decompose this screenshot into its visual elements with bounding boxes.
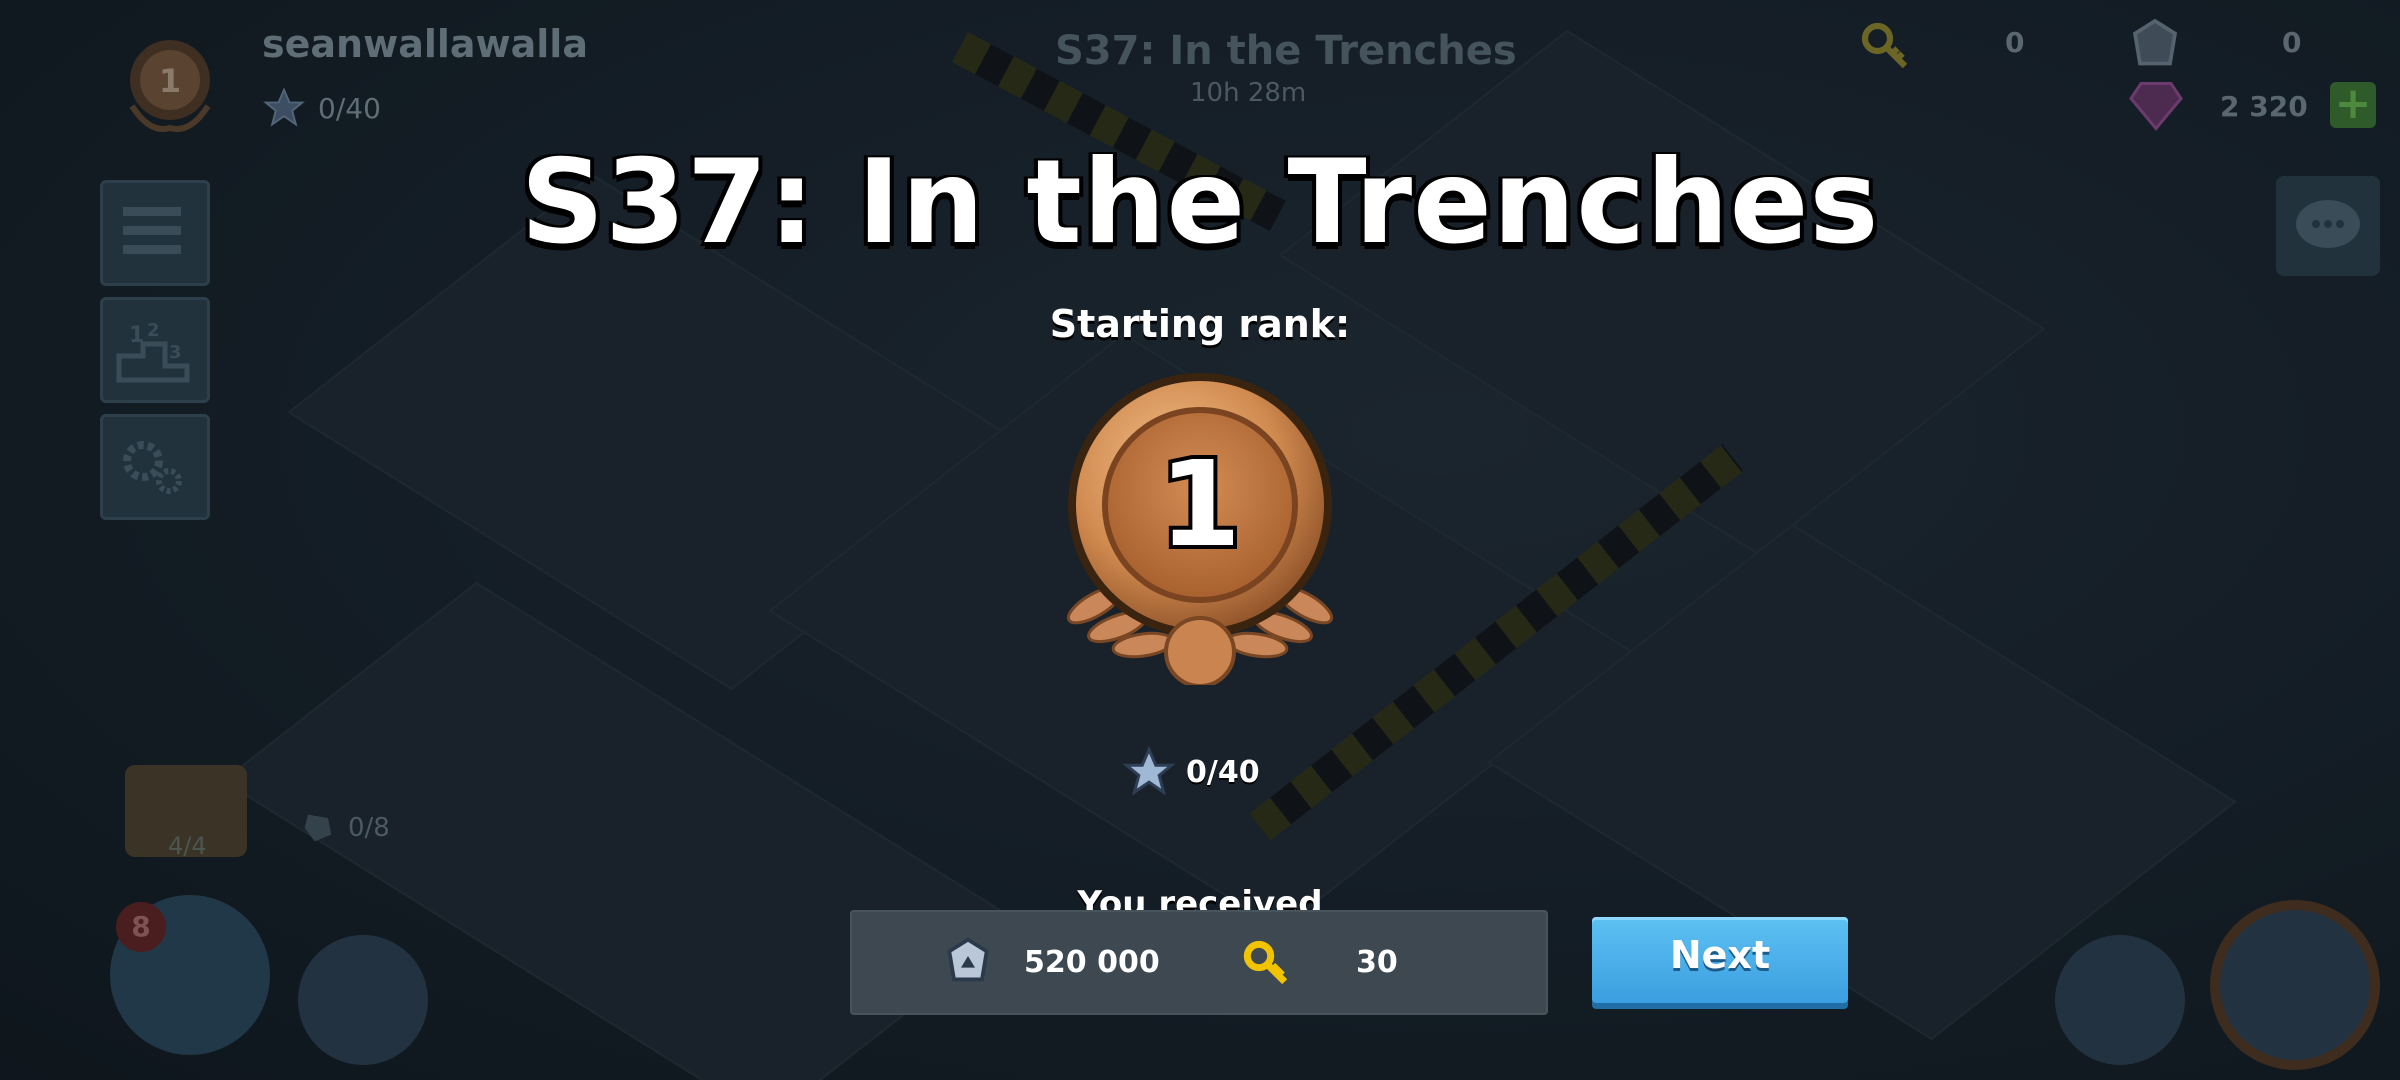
next-button[interactable]: Next <box>1592 917 1848 1003</box>
svg-text:1: 1 <box>159 62 181 100</box>
buy-diamonds-button[interactable]: + <box>2330 82 2376 128</box>
star-icon <box>263 87 305 127</box>
settings-button[interactable] <box>100 414 210 520</box>
settings-icon <box>123 441 182 494</box>
diamonds-count: 2 320 <box>2220 90 2308 123</box>
diamond-icon <box>2129 82 2183 131</box>
reward-keys-value: 30 <box>1356 945 1398 980</box>
reward-intel-value: 520 000 <box>1024 945 1160 980</box>
keys-resource[interactable] <box>1855 16 1915 76</box>
star-icon <box>1122 745 1176 796</box>
chest-count: 4/4 <box>168 832 207 860</box>
rewards-panel: 520 000 30 <box>850 910 1548 1015</box>
player-stars: 0/40 <box>262 86 381 130</box>
player-stars-value: 0/40 <box>318 91 381 125</box>
reward-intel: 520 000 <box>940 910 1160 1015</box>
starting-rank-label: Starting rank: <box>1049 302 1351 346</box>
intel-resource[interactable] <box>2125 16 2185 76</box>
star-progress-value: 0/40 <box>1186 754 1260 790</box>
player-name: seanwallawalla <box>262 22 588 66</box>
fragments-value: 0/8 <box>348 813 390 843</box>
player-rank-badge[interactable]: 1 <box>120 36 220 136</box>
season-title: S37: In the Trenches <box>520 135 1880 270</box>
key-icon <box>1243 940 1288 984</box>
fragment-icon <box>304 814 332 842</box>
season-title-background: S37: In the Trenches <box>1055 28 1517 74</box>
keys-count: 0 <box>2005 26 2025 59</box>
intel-count: 0 <box>2282 26 2302 59</box>
intel-icon <box>2132 18 2178 66</box>
attack-button[interactable] <box>298 935 428 1065</box>
build-button[interactable] <box>2055 935 2185 1065</box>
map-button[interactable] <box>2210 900 2380 1070</box>
fragments-counter: 0/8 <box>298 808 390 848</box>
rank-medal-icon: 1 <box>1066 373 1334 685</box>
diamonds-resource[interactable] <box>2126 78 2186 134</box>
star-progress: 0/40 <box>1122 745 1260 799</box>
key-icon <box>1861 22 1908 69</box>
reward-keys: 30 <box>1238 910 1398 1015</box>
intel-icon <box>947 936 989 981</box>
rank-number: 1 <box>1159 435 1241 573</box>
season-timer: 10h 28m <box>1190 78 1307 108</box>
